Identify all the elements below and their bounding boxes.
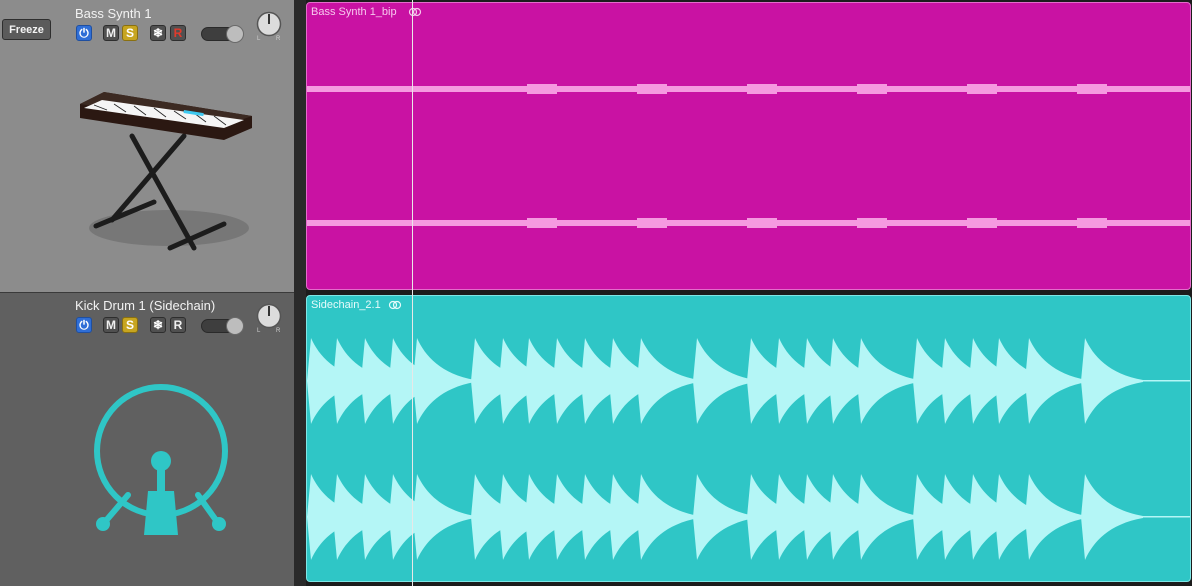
record-enable-button[interactable]: R (170, 317, 186, 333)
record-enable-button[interactable]: R (170, 25, 186, 41)
pan-left-label: L (257, 36, 261, 42)
pan-right-label: R (276, 36, 281, 42)
pan-knob[interactable] (256, 303, 282, 329)
solo-button[interactable]: S (122, 317, 138, 333)
track-header-kick-drum[interactable]: Kick Drum 1 (Sidechain) ⏻ M S ❄ R L R (0, 293, 294, 586)
track-name[interactable]: Kick Drum 1 (Sidechain) (75, 298, 215, 313)
track-headers: Bass Synth 1 ⏻ M S ❄ R L R Kick Drum 1 (… (0, 0, 294, 586)
track-header-bass-synth[interactable]: Bass Synth 1 ⏻ M S ❄ R L R (0, 0, 294, 292)
volume-slider[interactable] (201, 25, 244, 43)
audio-region-bass-synth[interactable]: Bass Synth 1_bip (306, 2, 1191, 290)
volume-slider-knob[interactable] (226, 25, 244, 43)
waveform-channel-left (307, 84, 1190, 94)
mute-button[interactable]: M (103, 25, 119, 41)
header-arrange-divider (294, 0, 306, 586)
audio-region-sidechain[interactable]: Sidechain_2.1 (306, 295, 1191, 582)
keyboard-synth-icon (80, 92, 252, 251)
track-on-button[interactable]: ⏻ (76, 317, 92, 333)
waveform-channel-right (307, 474, 1190, 560)
freeze-button[interactable]: ❄ (150, 25, 166, 41)
solo-button[interactable]: S (122, 25, 138, 41)
loop-icon (408, 7, 422, 17)
waveform-channel-right (307, 218, 1190, 228)
pan-left-label: L (257, 328, 261, 334)
playhead[interactable] (412, 0, 413, 586)
freeze-tooltip: Freeze (2, 19, 51, 40)
volume-slider[interactable] (201, 317, 244, 335)
region-name: Bass Synth 1_bip (311, 6, 397, 18)
waveform-channel-left (307, 338, 1190, 424)
volume-slider-knob[interactable] (226, 317, 244, 335)
pan-right-label: R (276, 328, 281, 334)
freeze-button[interactable]: ❄ (150, 317, 166, 333)
loop-icon (388, 300, 402, 310)
mute-button[interactable]: M (103, 317, 119, 333)
track-name[interactable]: Bass Synth 1 (75, 6, 152, 21)
pan-knob[interactable] (256, 11, 282, 37)
kick-drum-icon (94, 384, 228, 535)
region-name: Sidechain_2.1 (311, 299, 381, 311)
track-on-button[interactable]: ⏻ (76, 25, 92, 41)
